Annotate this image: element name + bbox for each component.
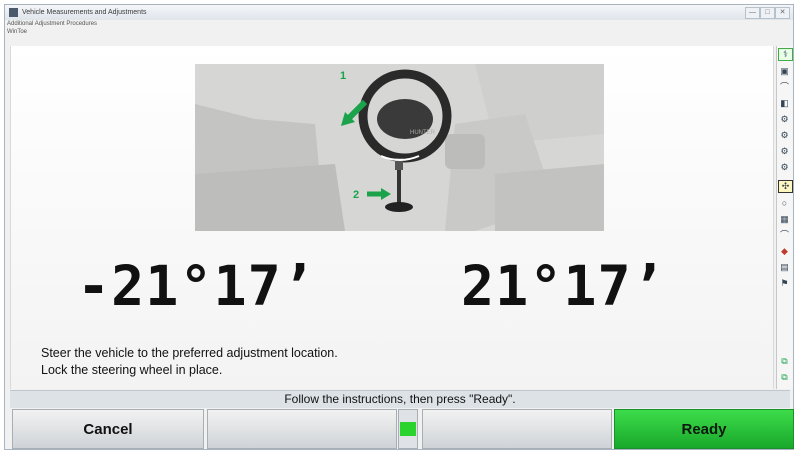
instruction-line-1: Steer the vehicle to the preferred adjus… [41,346,338,360]
wheel-logo: HUNTER [410,130,436,136]
right-steer-angle: 21°17’ [461,254,666,318]
title-bar: Vehicle Measurements and Adjustments — □… [5,5,793,20]
help-icon[interactable]: ⚕ [778,48,793,61]
camber-icon[interactable]: ⚙ [778,130,791,141]
maximize-button[interactable]: □ [760,7,775,19]
close-button[interactable]: ✕ [775,7,790,19]
right-toolbar: ⚕ ▣ ⌒ ◧ ⚙ ⚙ ⚙ ⚙ ✣ ○ ▦ ⌒ ◆ ▤ ⚑ ⧉ ⧉ [776,46,793,389]
print-icon[interactable]: ▤ [778,262,791,273]
steering-diagram: HUNTER 1 2 [195,64,604,231]
function-button-2[interactable] [207,409,397,449]
minimize-button[interactable]: — [745,7,760,19]
alignment-icon[interactable]: ✣ [778,180,793,193]
function-button-3[interactable] [422,409,612,449]
left-steer-angle: -21°17’ [77,254,316,318]
caster-icon[interactable]: ⚙ [778,114,791,125]
cancel-button[interactable]: Cancel [12,409,204,449]
wheel-icon[interactable]: ○ [778,198,791,209]
step-1-label: 1 [340,70,346,82]
indicator-fill [400,422,416,436]
window-title: Vehicle Measurements and Adjustments [22,9,147,16]
status-indicator [398,409,418,449]
vehicle-icon[interactable]: ▣ [778,66,791,77]
arc-icon[interactable]: ⌒ [778,82,791,93]
submenu-path: WinToe [7,29,28,35]
app-icon [9,8,18,17]
toe-icon[interactable]: ⚙ [778,146,791,157]
settings-icon[interactable]: ⧉ [778,372,791,383]
menu-path: Additional Adjustment Procedures [7,21,98,27]
flag-icon[interactable]: ⚑ [778,278,791,289]
status-message: Follow the instructions, then press "Rea… [10,390,790,408]
arc2-icon[interactable]: ⌒ [778,230,791,241]
tire2-icon[interactable]: ▦ [778,214,791,225]
ready-button[interactable]: Ready [614,409,794,449]
step-2-label: 2 [353,189,359,201]
steer-icon[interactable]: ⚙ [778,162,791,173]
tool-icon[interactable]: ⧉ [778,356,791,367]
main-content: HUNTER 1 2 -21°17’ 21°17’ Steer the vehi… [10,46,774,432]
instruction-line-2: Lock the steering wheel in place. [41,363,223,377]
steering-illustration: HUNTER 1 2 [195,64,604,231]
car-icon[interactable]: ◆ [778,246,791,257]
procedure-pane: HUNTER 1 2 -21°17’ 21°17’ Steer the vehi… [10,46,774,432]
tire-icon[interactable]: ◧ [778,98,791,109]
